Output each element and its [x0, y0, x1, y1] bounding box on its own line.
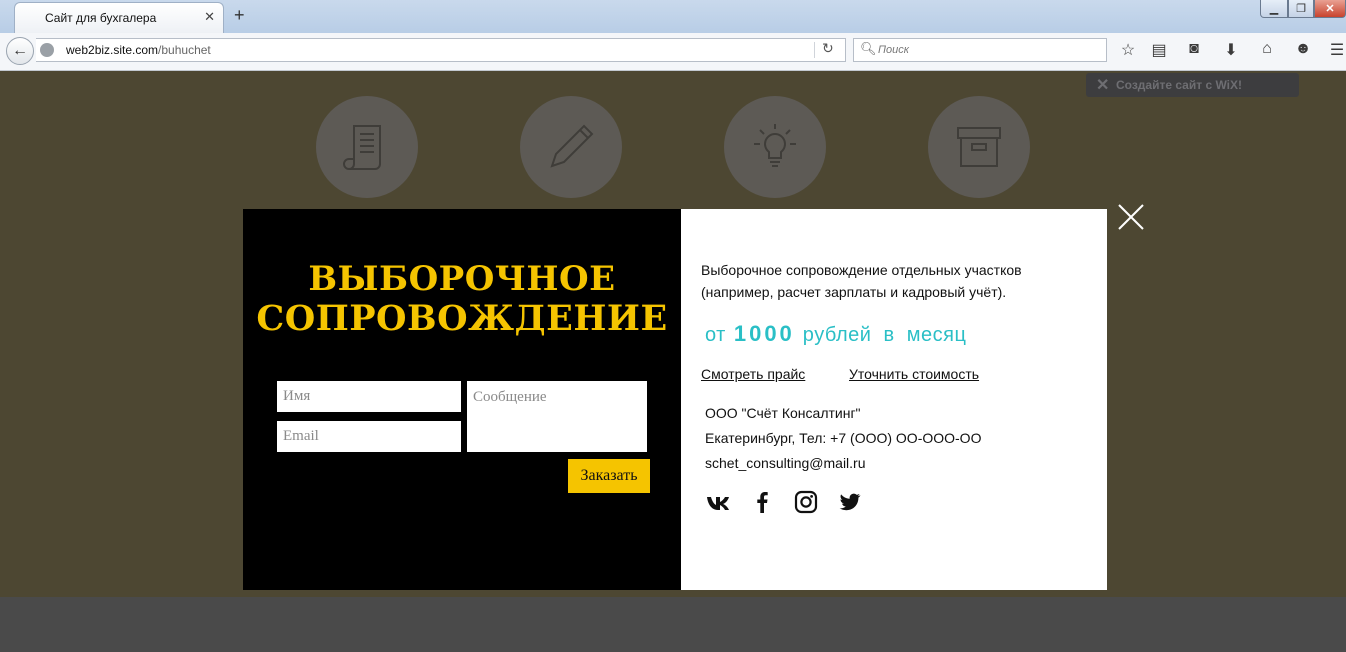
url-path: /buhuchet	[158, 43, 211, 57]
new-tab-icon[interactable]: +	[234, 5, 245, 26]
company-address-phone: Екатеринбург, Тел: +7 (ООО) ОО-ООО-ОО	[705, 430, 982, 446]
archive-box-icon	[957, 127, 1001, 167]
price-amount: 1000	[733, 321, 795, 346]
globe-icon	[40, 43, 54, 57]
price-list-link[interactable]: Смотреть прайс	[701, 366, 805, 382]
service-description: Выборочное сопровождение отдельных участ…	[701, 262, 1022, 300]
price-prefix: от	[705, 324, 726, 346]
back-icon[interactable]: ←	[6, 37, 34, 65]
download-icon[interactable]: ⬇	[1220, 40, 1242, 60]
window-minimize-button[interactable]: ▁	[1260, 0, 1288, 18]
title-bar: Сайт для бухгалера ✕ + ▁ ❐ ✕	[0, 0, 1346, 33]
twitter-icon[interactable]	[837, 489, 863, 515]
url-text: web2biz.site.com/buhuchet	[66, 43, 211, 57]
clarify-cost-link[interactable]: Уточнить стоимость	[849, 366, 979, 382]
price-suffix: рублей в месяц	[802, 324, 967, 346]
modal-heading: ВЫБОРОЧНОЕ СОПРОВОЖДЕНИЕ	[243, 259, 681, 339]
modal-info-panel: Выборочное сопровождение отдельных участ…	[681, 209, 1107, 590]
facebook-icon[interactable]	[749, 489, 775, 515]
message-textarea[interactable]	[467, 381, 647, 452]
price-line: от 1000 рублей в месяц	[705, 321, 966, 347]
page-footer-strip	[0, 597, 1346, 652]
name-input[interactable]	[277, 381, 461, 412]
reading-list-icon[interactable]: ▤	[1148, 40, 1170, 60]
service-circle	[520, 96, 622, 198]
lightbulb-icon	[754, 124, 796, 167]
search-icon: 🔍︎	[860, 41, 877, 56]
home-icon[interactable]: ⌂	[1256, 40, 1278, 58]
wix-close-icon[interactable]: ✕	[1096, 75, 1109, 95]
service-circle	[724, 96, 826, 198]
tab-title: Сайт для бухгалера	[45, 11, 157, 25]
tab-close-icon[interactable]: ✕	[204, 9, 215, 25]
url-bar[interactable]: web2biz.site.com/buhuchet ↻	[36, 38, 846, 62]
hello-icon[interactable]: ☻	[1292, 40, 1314, 58]
bookmark-star-icon[interactable]: ☆	[1117, 40, 1139, 60]
pocket-icon[interactable]: ◙	[1183, 40, 1205, 58]
menu-icon[interactable]: ☰	[1326, 40, 1346, 60]
scroll-icon	[343, 125, 381, 170]
modal-form-panel: ВЫБОРОЧНОЕ СОПРОВОЖДЕНИЕ Заказать	[243, 209, 681, 590]
pencil-icon	[550, 124, 594, 168]
service-circle	[928, 96, 1030, 198]
service-circle	[316, 96, 418, 198]
search-bar[interactable]: 🔍︎ Поиск	[853, 38, 1107, 62]
window-restore-button[interactable]: ❐	[1288, 0, 1314, 18]
instagram-icon[interactable]	[793, 489, 819, 515]
reload-icon[interactable]: ↻	[822, 40, 834, 57]
wix-banner[interactable]: ✕ Создайте сайт с WiX!	[1086, 73, 1299, 97]
email-input[interactable]	[277, 421, 461, 452]
search-placeholder: Поиск	[878, 44, 909, 56]
company-name: ООО "Счёт Консалтинг"	[705, 405, 861, 421]
heading-line-2: СОПРОВОЖДЕНИЕ	[256, 298, 668, 339]
order-button[interactable]: Заказать	[568, 459, 650, 493]
vk-icon[interactable]	[705, 489, 731, 515]
window-close-button[interactable]: ✕	[1314, 0, 1346, 18]
browser-tab[interactable]: Сайт для бухгалера ✕	[14, 2, 224, 33]
url-separator	[814, 42, 815, 58]
navigation-bar: ← web2biz.site.com/buhuchet ↻ 🔍︎ Поиск ☆…	[0, 33, 1346, 71]
modal-close-icon[interactable]	[1116, 202, 1146, 232]
heading-line-1: ВЫБОРОЧНОЕ	[308, 259, 616, 299]
url-host: web2biz.site.com	[66, 43, 159, 57]
wix-banner-text: Создайте сайт с WiX!	[1116, 78, 1242, 92]
company-email[interactable]: schet_consulting@mail.ru	[705, 455, 866, 471]
